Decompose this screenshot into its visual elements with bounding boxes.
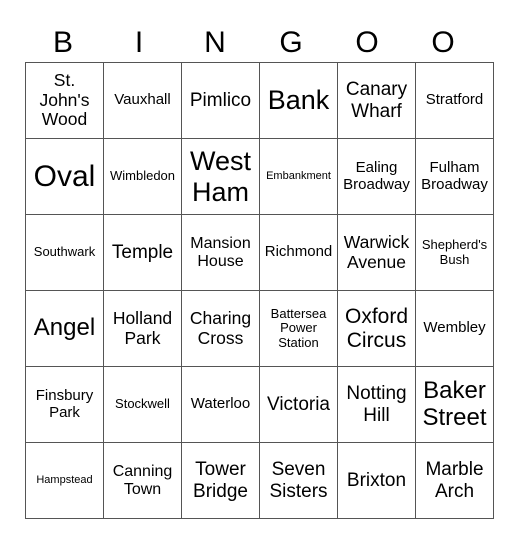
bingo-cell[interactable]: Notting Hill (337, 366, 416, 443)
card-row: St. John's Wood Vauxhall Pimlico Bank Ca… (25, 62, 494, 139)
bingo-cell[interactable]: Canning Town (103, 442, 182, 519)
bingo-cell[interactable]: West Ham (181, 138, 260, 215)
bingo-cell[interactable]: Wembley (415, 290, 494, 367)
header-letter: G (279, 26, 303, 59)
bingo-cell[interactable]: Canary Wharf (337, 62, 416, 139)
bingo-cell[interactable]: Richmond (259, 214, 338, 291)
bingo-cell[interactable]: Seven Sisters (259, 442, 338, 519)
bingo-cell[interactable]: Oxford Circus (337, 290, 416, 367)
card-row: Hampstead Canning Town Tower Bridge Seve… (25, 442, 494, 519)
bingo-cell[interactable]: Holland Park (103, 290, 182, 367)
bingo-cell[interactable]: Ealing Broadway (337, 138, 416, 215)
bingo-cell[interactable]: Hampstead (25, 442, 104, 519)
bingo-cell[interactable]: Vauxhall (103, 62, 182, 139)
bingo-header: B I N G O O (25, 24, 481, 62)
card-row: Finsbury Park Stockwell Waterloo Victori… (25, 366, 494, 443)
bingo-cell[interactable]: Stratford (415, 62, 494, 139)
bingo-cell[interactable]: Marble Arch (415, 442, 494, 519)
bingo-cell[interactable]: Brixton (337, 442, 416, 519)
bingo-cell[interactable]: Stockwell (103, 366, 182, 443)
bingo-cell[interactable]: Southwark (25, 214, 104, 291)
bingo-cell[interactable]: Wimbledon (103, 138, 182, 215)
bingo-cell[interactable]: Pimlico (181, 62, 260, 139)
header-letter: O (431, 26, 455, 59)
bingo-cell[interactable]: Mansion House (181, 214, 260, 291)
bingo-cell[interactable]: Angel (25, 290, 104, 367)
header-letter: N (204, 26, 226, 59)
bingo-cell[interactable]: Tower Bridge (181, 442, 260, 519)
header-letter: I (134, 26, 144, 59)
bingo-cell[interactable]: Fulham Broadway (415, 138, 494, 215)
bingo-cell[interactable]: Victoria (259, 366, 338, 443)
bingo-cell[interactable]: Temple (103, 214, 182, 291)
card-row: Oval Wimbledon West Ham Embankment Ealin… (25, 138, 494, 215)
bingo-cell[interactable]: Shepherd's Bush (415, 214, 494, 291)
bingo-cell[interactable]: St. John's Wood (25, 62, 104, 139)
bingo-cell[interactable]: Bank (259, 62, 338, 139)
header-letter: O (355, 26, 379, 59)
header-letter: B (52, 26, 73, 59)
bingo-cell[interactable]: Embankment (259, 138, 338, 215)
card-row: Angel Holland Park Charing Cross Batters… (25, 290, 494, 367)
bingo-cell[interactable]: Baker Street (415, 366, 494, 443)
bingo-cell[interactable]: Finsbury Park (25, 366, 104, 443)
bingo-cell[interactable]: Warwick Avenue (337, 214, 416, 291)
bingo-card: St. John's Wood Vauxhall Pimlico Bank Ca… (25, 62, 494, 519)
bingo-cell[interactable]: Oval (25, 138, 104, 215)
bingo-cell[interactable]: Charing Cross (181, 290, 260, 367)
card-row: Southwark Temple Mansion House Richmond … (25, 214, 494, 291)
bingo-cell[interactable]: Battersea Power Station (259, 290, 338, 367)
bingo-cell[interactable]: Waterloo (181, 366, 260, 443)
